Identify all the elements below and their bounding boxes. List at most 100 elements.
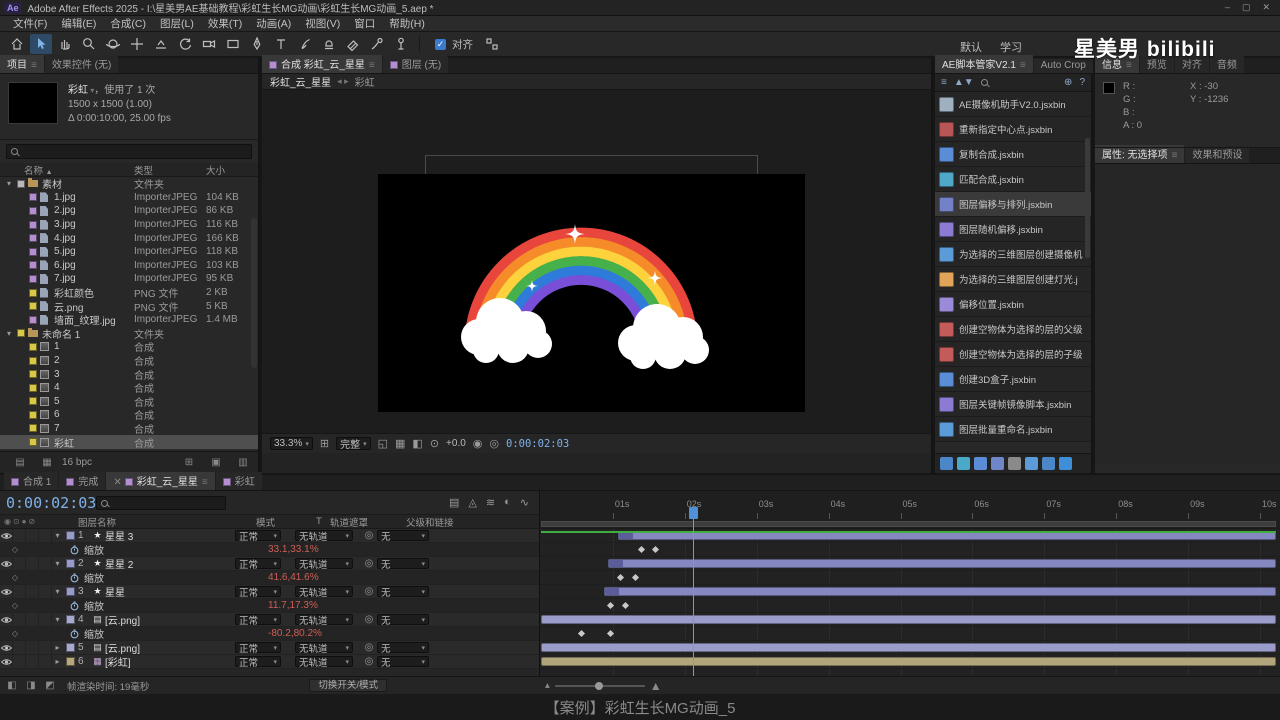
label-chip[interactable] xyxy=(29,424,37,433)
parent-select[interactable]: 无 ▾ xyxy=(377,614,429,627)
property-name[interactable]: 缩放 xyxy=(84,570,104,585)
new-folder-icon[interactable]: ⊞ xyxy=(182,457,196,469)
label-chip[interactable] xyxy=(29,383,37,392)
timeline-layer-row[interactable]: ▸ 5 ▤ [云.png] 正常 ▾ 无轨道 ▾ ◎ 无 ▾ xyxy=(0,641,539,655)
audio-toggle[interactable] xyxy=(13,641,26,654)
project-item-row[interactable]: 7 合成 xyxy=(0,422,258,436)
lock-toggle[interactable] xyxy=(39,557,52,570)
pickwhip-icon[interactable]: ◎ xyxy=(361,586,377,597)
solo-toggle[interactable] xyxy=(26,655,39,668)
script-quick-tool-icon-1[interactable] xyxy=(957,457,970,470)
new-comp-icon[interactable]: ▣ xyxy=(209,457,223,469)
timeline-graph-pane[interactable]: 01s 02s 03s 04s 05s 06s 07s 08s 09s 10s xyxy=(541,491,1280,676)
maximize-button[interactable]: ▢ xyxy=(1242,2,1251,13)
label-chip[interactable] xyxy=(29,274,37,283)
expand-graph-icon[interactable]: ◩ xyxy=(43,680,57,692)
layer-name[interactable]: 星星 3 xyxy=(105,528,235,543)
item-name[interactable]: 6.jpg xyxy=(54,260,134,271)
item-name[interactable]: 4 xyxy=(54,382,134,393)
exposure-value[interactable]: +0.0 xyxy=(446,438,466,449)
timeline-tab-2[interactable]: ✕ 彩虹_云_星星 ≡ xyxy=(106,472,215,490)
pen-tool-icon[interactable] xyxy=(246,34,268,54)
solo-toggle[interactable] xyxy=(26,529,39,542)
item-name[interactable]: 1 xyxy=(54,341,134,352)
label-chip[interactable] xyxy=(66,615,75,624)
keyframe-nav-icon[interactable]: ◇ xyxy=(0,573,30,582)
item-name[interactable]: 5 xyxy=(54,396,134,407)
scale-property-row[interactable]: ◇ 缩放 11.7,17.3% xyxy=(0,599,539,613)
label-chip[interactable] xyxy=(29,315,37,324)
panel-menu-icon[interactable]: ≡ xyxy=(31,60,37,71)
label-chip[interactable] xyxy=(66,559,75,568)
zoom-tool-icon[interactable] xyxy=(78,34,100,54)
solo-toggle[interactable] xyxy=(26,613,39,626)
bit-depth-button[interactable]: 16 bpc xyxy=(62,457,92,468)
script-item[interactable]: 创建空物体为选择的层的父级 xyxy=(935,317,1091,342)
thumbnail-view-icon[interactable]: ▦ xyxy=(40,457,54,469)
puppet-pin-tool-icon[interactable] xyxy=(390,34,412,54)
label-chip[interactable] xyxy=(29,234,37,243)
home-tool-icon[interactable] xyxy=(6,34,28,54)
zoom-out-mountain-icon[interactable]: ▴ xyxy=(545,680,550,691)
solo-toggle[interactable] xyxy=(26,585,39,598)
project-item-row[interactable]: 彩虹 合成 xyxy=(0,435,258,449)
frame-blend-icon[interactable]: ≋ xyxy=(486,496,495,509)
panel-menu-icon[interactable]: ≡ xyxy=(202,477,208,488)
label-chip[interactable] xyxy=(29,342,37,351)
property-value[interactable]: 11.7,17.3% xyxy=(268,600,318,611)
item-name[interactable]: 3.jpg xyxy=(54,219,134,230)
keyframe-icon[interactable] xyxy=(616,573,624,582)
timeline-tab-0[interactable]: 合成 1 xyxy=(4,472,59,490)
script-item[interactable]: AE摄像机助手V2.0.jsxbin xyxy=(935,92,1091,117)
scripts-tab-0[interactable]: AE脚本管家V2.1 ≡ xyxy=(935,55,1033,73)
snap-options-icon[interactable] xyxy=(481,34,503,54)
pickwhip-icon[interactable]: ◎ xyxy=(361,642,377,653)
shape-rect-tool-icon[interactable] xyxy=(222,34,244,54)
timeline-layer-row[interactable]: ▾ 2 ★ 星星 2 正常 ▾ 无轨道 ▾ ◎ 无 ▾ xyxy=(0,557,539,571)
script-item[interactable]: 为选择的三维图层创建摄像机 xyxy=(935,242,1091,267)
label-chip[interactable] xyxy=(29,370,37,379)
script-item[interactable]: 复制合成.jsxbin xyxy=(935,142,1091,167)
keyframe-icon[interactable] xyxy=(606,629,614,638)
blend-mode-select[interactable]: 正常 ▾ xyxy=(235,656,281,669)
lock-toggle[interactable] xyxy=(39,585,52,598)
label-chip[interactable] xyxy=(29,302,37,311)
script-quick-tool-icon-7[interactable] xyxy=(1059,457,1072,470)
property-name[interactable]: 缩放 xyxy=(84,542,104,557)
property-name[interactable]: 缩放 xyxy=(84,626,104,641)
camera-tool-icon[interactable] xyxy=(198,34,220,54)
timeline-layer-row[interactable]: ▾ 4 ▤ [云.png] 正常 ▾ 无轨道 ▾ ◎ 无 ▾ xyxy=(0,613,539,627)
script-search-icon[interactable] xyxy=(980,79,988,86)
script-quick-tool-icon-3[interactable] xyxy=(991,457,1004,470)
audio-toggle[interactable] xyxy=(13,557,26,570)
project-item-row[interactable]: 6.jpg ImporterJPEG 103 KB xyxy=(0,259,258,273)
menu-item-2[interactable]: 合成(C) xyxy=(103,18,153,30)
close-button[interactable]: ✕ xyxy=(1262,2,1270,13)
grid-options-icon[interactable]: ⊞ xyxy=(320,437,329,450)
project-tab-1[interactable]: 效果控件 (无) xyxy=(44,55,119,73)
label-chip[interactable] xyxy=(29,397,37,406)
menu-item-4[interactable]: 效果(T) xyxy=(201,18,249,30)
comp-mini-flowchart-icon[interactable]: ▤ xyxy=(449,496,459,509)
item-name[interactable]: 7.jpg xyxy=(54,273,134,284)
trkmat-select[interactable]: 无轨道 ▾ xyxy=(295,586,353,599)
dolly-camera-tool-icon[interactable] xyxy=(150,34,172,54)
layer-bar-track[interactable] xyxy=(541,613,1280,627)
layer-duration-bar[interactable] xyxy=(608,559,1276,568)
script-quick-tool-icon-4[interactable] xyxy=(1008,457,1021,470)
trkmat-select[interactable]: 无轨道 ▾ xyxy=(295,558,353,571)
twirl-icon[interactable]: ▾ xyxy=(4,179,14,188)
timeline-tab-1[interactable]: 完成 xyxy=(59,472,106,490)
audio-toggle[interactable] xyxy=(13,529,26,542)
item-name[interactable]: 4.jpg xyxy=(54,233,134,244)
project-item-row[interactable]: 3.jpg ImporterJPEG 116 KB xyxy=(0,218,258,232)
expand-properties-icon[interactable]: ◨ xyxy=(24,680,38,692)
show-snapshot-icon[interactable]: ◎ xyxy=(489,437,499,450)
project-item-row[interactable]: 4 合成 xyxy=(0,381,258,395)
solo-toggle[interactable] xyxy=(26,641,39,654)
panel-menu-icon[interactable]: ≡ xyxy=(1020,60,1026,71)
audio-toggle[interactable] xyxy=(13,655,26,668)
script-item[interactable]: 图层偏移与排列.jsxbin xyxy=(935,192,1091,217)
layer-name[interactable]: [云.png] xyxy=(105,612,235,627)
keyframe-track[interactable] xyxy=(541,627,1280,641)
